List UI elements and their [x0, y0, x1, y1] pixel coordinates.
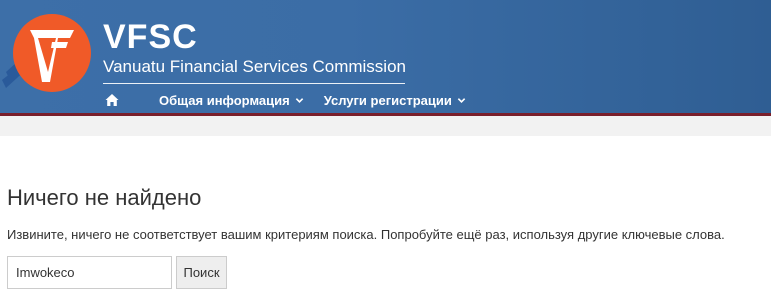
brand-subtitle: Vanuatu Financial Services Commission [103, 57, 406, 76]
chevron-down-icon [457, 97, 466, 103]
site-header: VFSC Vanuatu Financial Services Commissi… [0, 0, 771, 113]
nav-item-registration-services[interactable]: Услуги регистрации [324, 93, 466, 108]
page-title: Ничего не найдено [7, 185, 202, 210]
subheader-bar [0, 116, 771, 136]
chevron-down-icon [295, 97, 303, 103]
brand-title[interactable]: VFSC [103, 20, 198, 54]
main-nav: Общая информация Услуги регистрации [105, 90, 466, 110]
nav-item-label: Общая информация [159, 92, 290, 108]
no-results-message: Извините, ничего не соответствует вашим … [7, 227, 725, 242]
search-button[interactable]: Поиск [176, 256, 227, 289]
brand-divider [103, 83, 405, 84]
vfsc-logo-icon[interactable] [0, 8, 100, 98]
home-icon[interactable] [105, 93, 119, 107]
nav-item-label: Услуги регистрации [323, 92, 452, 108]
search-input[interactable] [7, 256, 172, 289]
nav-item-general-info[interactable]: Общая информация [159, 93, 304, 108]
